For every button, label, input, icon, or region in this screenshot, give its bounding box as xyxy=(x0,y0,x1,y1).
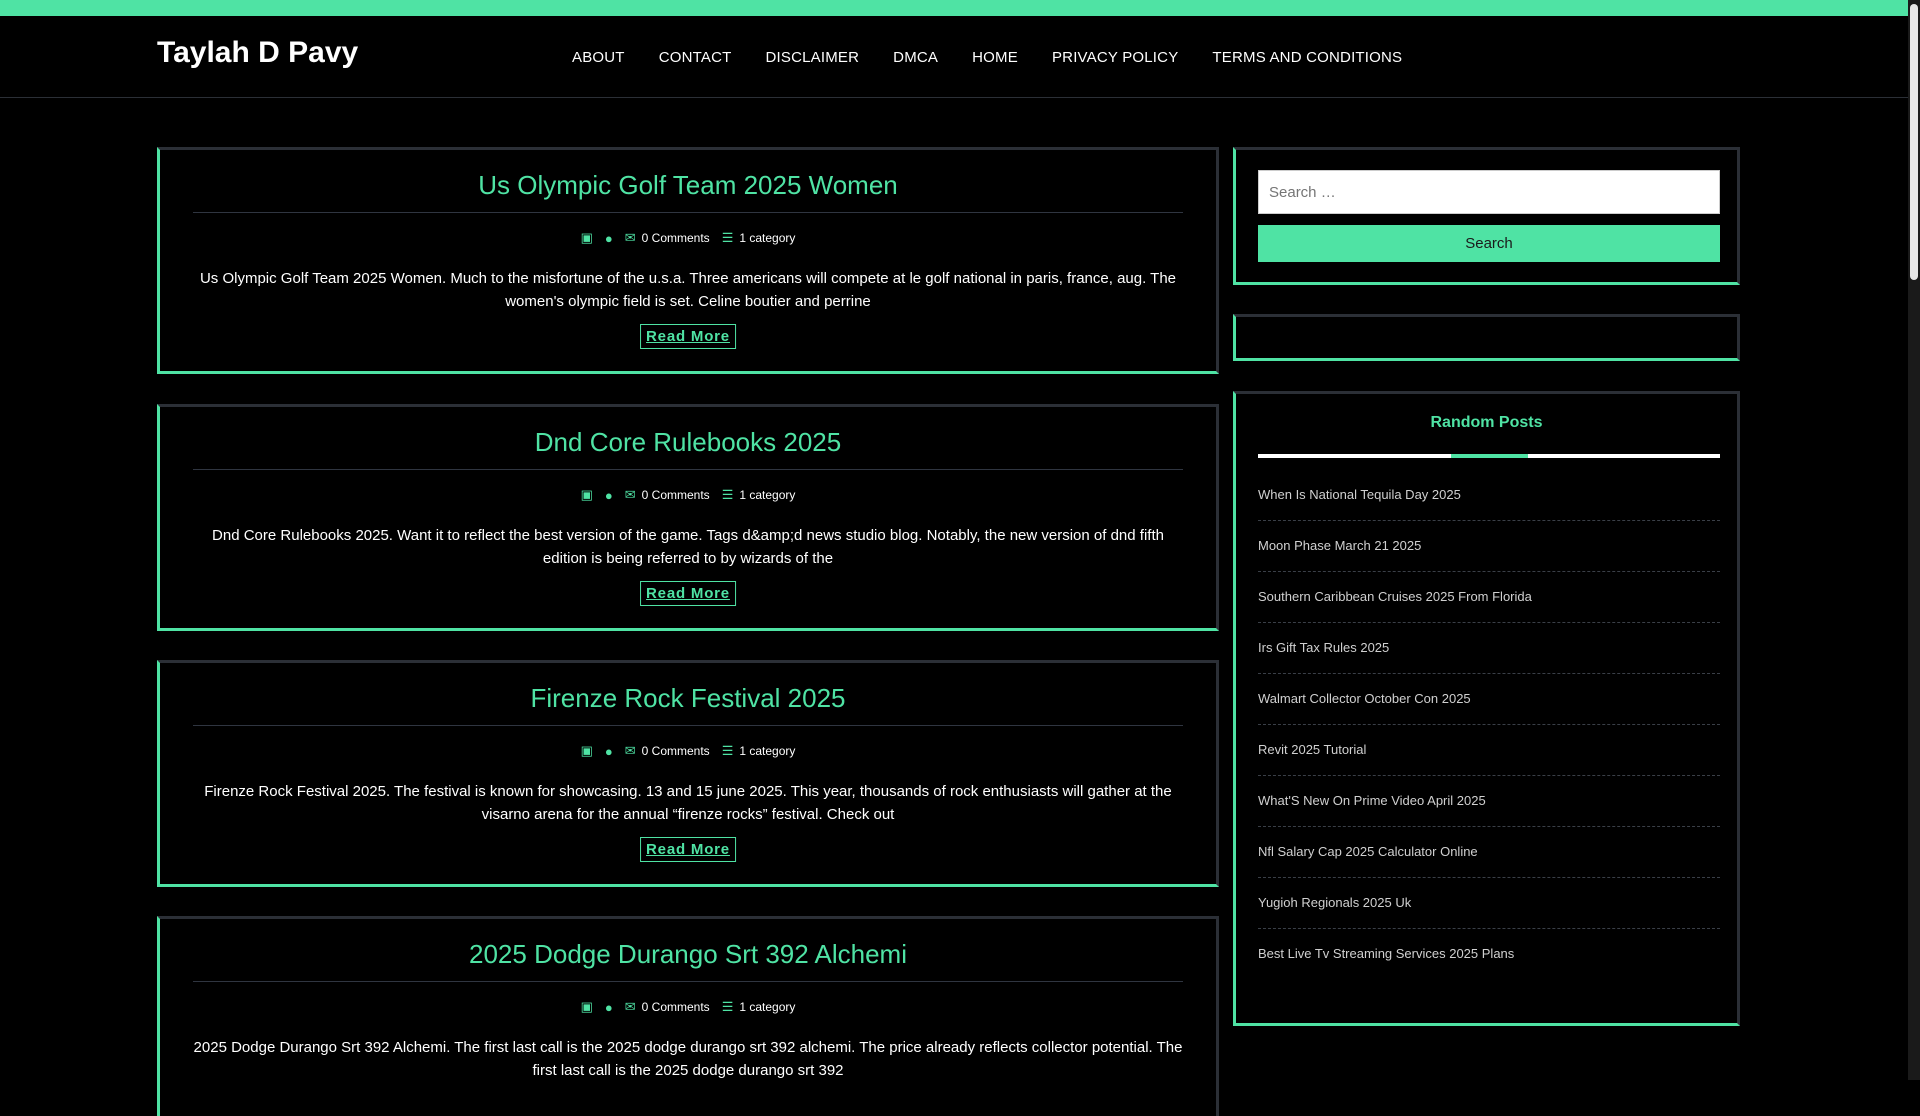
random-posts-widget: Random Posts When Is National Tequila Da… xyxy=(1233,391,1740,1026)
post-title[interactable]: Dnd Core Rulebooks 2025 xyxy=(193,427,1183,458)
comment-count[interactable]: 0 Comments xyxy=(642,744,710,758)
user-icon[interactable]: ● xyxy=(605,744,613,759)
post-title[interactable]: Us Olympic Golf Team 2025 Women xyxy=(193,170,1183,201)
comments-icon: ✉ xyxy=(624,230,636,245)
nav-disclaimer[interactable]: DISCLAIMER xyxy=(765,49,859,66)
comment-count[interactable]: 0 Comments xyxy=(642,231,710,245)
post-card: 2025 Dodge Durango Srt 392 Alchemi ▣ ● ✉… xyxy=(157,916,1219,1116)
read-more-button[interactable]: Read More xyxy=(640,581,736,606)
post-excerpt: Firenze Rock Festival 2025. The festival… xyxy=(204,783,1172,823)
calendar-icon: ▣ xyxy=(580,999,593,1014)
list-icon: ☰ xyxy=(721,999,734,1014)
post-meta: ▣ ● ✉ 0 Comments ☰ 1 category xyxy=(160,230,1216,246)
divider xyxy=(193,725,1183,726)
calendar-icon: ▣ xyxy=(580,743,593,758)
post-excerpt: Us Olympic Golf Team 2025 Women. Much to… xyxy=(199,270,1177,310)
search-button[interactable]: Search xyxy=(1258,225,1720,262)
scrollbar-thumb[interactable] xyxy=(1910,4,1918,280)
post-meta: ▣ ● ✉ 0 Comments ☰ 1 category xyxy=(160,743,1216,759)
list-icon: ☰ xyxy=(721,743,734,758)
empty-widget xyxy=(1233,314,1740,361)
post-card: Dnd Core Rulebooks 2025 ▣ ● ✉ 0 Comments … xyxy=(157,404,1219,631)
comments-icon: ✉ xyxy=(624,743,636,758)
nav-contact[interactable]: CONTACT xyxy=(659,49,732,66)
user-icon[interactable]: ● xyxy=(605,488,613,503)
read-more-button[interactable]: Read More xyxy=(640,324,736,349)
site-brand[interactable]: Taylah D Pavy xyxy=(157,36,358,70)
main-nav: ABOUT CONTACT DISCLAIMER DMCA HOME PRIVA… xyxy=(572,49,1402,66)
nav-home[interactable]: HOME xyxy=(972,49,1018,66)
calendar-icon: ▣ xyxy=(580,230,593,245)
search-widget: Search xyxy=(1233,147,1740,285)
random-post-link[interactable]: Nfl Salary Cap 2025 Calculator Online xyxy=(1258,827,1720,878)
nav-about[interactable]: ABOUT xyxy=(572,49,625,66)
comment-count[interactable]: 0 Comments xyxy=(642,488,710,502)
post-meta: ▣ ● ✉ 0 Comments ☰ 1 category xyxy=(160,999,1216,1015)
site-header: Taylah D Pavy ABOUT CONTACT DISCLAIMER D… xyxy=(0,16,1908,98)
comments-icon: ✉ xyxy=(624,999,636,1014)
nav-privacy-policy[interactable]: PRIVACY POLICY xyxy=(1052,49,1178,66)
post-excerpt: Dnd Core Rulebooks 2025. Want it to refl… xyxy=(212,527,1164,567)
nav-terms-and-conditions[interactable]: TERMS AND CONDITIONS xyxy=(1212,49,1402,66)
title-underline xyxy=(1258,454,1720,458)
list-icon: ☰ xyxy=(721,487,734,502)
user-icon[interactable]: ● xyxy=(605,231,613,246)
divider xyxy=(193,981,1183,982)
read-more-button[interactable]: Read More xyxy=(640,837,736,862)
post-title[interactable]: Firenze Rock Festival 2025 xyxy=(193,683,1183,714)
random-posts-list: When Is National Tequila Day 2025 Moon P… xyxy=(1258,470,1720,980)
random-post-link[interactable]: Southern Caribbean Cruises 2025 From Flo… xyxy=(1258,572,1720,623)
random-post-link[interactable]: What'S New On Prime Video April 2025 xyxy=(1258,776,1720,827)
comments-icon: ✉ xyxy=(624,487,636,502)
widget-title: Random Posts xyxy=(1430,414,1543,431)
random-post-link[interactable]: When Is National Tequila Day 2025 xyxy=(1258,470,1720,521)
comment-count[interactable]: 0 Comments xyxy=(642,1000,710,1014)
nav-dmca[interactable]: DMCA xyxy=(893,49,938,66)
category-count[interactable]: 1 category xyxy=(739,488,795,502)
divider xyxy=(193,469,1183,470)
random-post-link[interactable]: Irs Gift Tax Rules 2025 xyxy=(1258,623,1720,674)
divider xyxy=(193,212,1183,213)
list-icon: ☰ xyxy=(721,230,734,245)
random-post-link[interactable]: Revit 2025 Tutorial xyxy=(1258,725,1720,776)
post-card: Firenze Rock Festival 2025 ▣ ● ✉ 0 Commen… xyxy=(157,660,1219,887)
user-icon[interactable]: ● xyxy=(605,1000,613,1015)
page-scrollbar[interactable] xyxy=(1908,0,1920,1080)
top-accent-bar xyxy=(0,0,1908,16)
calendar-icon: ▣ xyxy=(580,487,593,502)
random-post-link[interactable]: Moon Phase March 21 2025 xyxy=(1258,521,1720,572)
post-excerpt: 2025 Dodge Durango Srt 392 Alchemi. The … xyxy=(193,1039,1183,1079)
post-card: Us Olympic Golf Team 2025 Women ▣ ● ✉ 0 C… xyxy=(157,147,1219,374)
search-input[interactable] xyxy=(1258,170,1720,214)
category-count[interactable]: 1 category xyxy=(739,1000,795,1014)
post-title[interactable]: 2025 Dodge Durango Srt 392 Alchemi xyxy=(193,939,1183,970)
random-post-link[interactable]: Walmart Collector October Con 2025 xyxy=(1258,674,1720,725)
random-post-link[interactable]: Yugioh Regionals 2025 Uk xyxy=(1258,878,1720,929)
category-count[interactable]: 1 category xyxy=(739,231,795,245)
category-count[interactable]: 1 category xyxy=(739,744,795,758)
post-meta: ▣ ● ✉ 0 Comments ☰ 1 category xyxy=(160,487,1216,503)
random-post-link[interactable]: Best Live Tv Streaming Services 2025 Pla… xyxy=(1258,929,1720,980)
